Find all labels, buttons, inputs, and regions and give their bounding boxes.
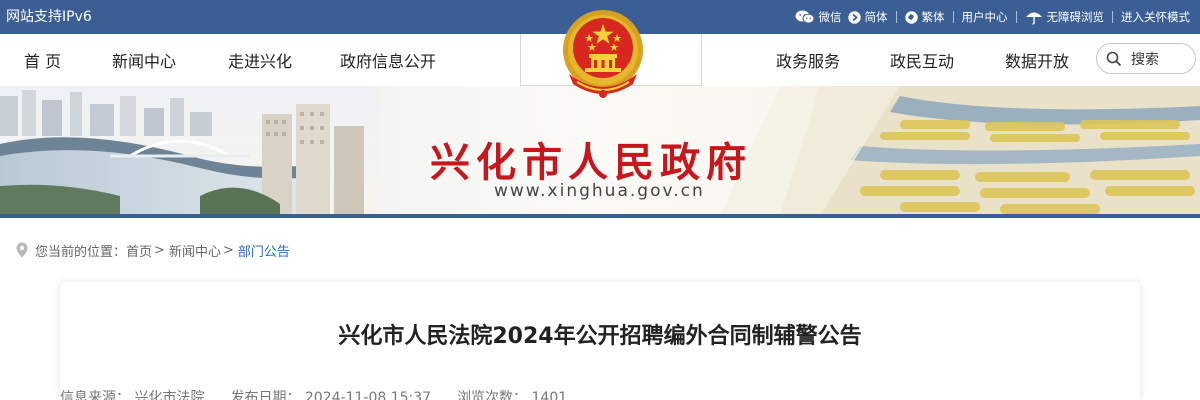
nav-item-gov-info[interactable]: 政府信息公开 [340,48,436,72]
arrow-circle-icon [847,10,861,24]
search-label: 搜索 [1131,51,1159,68]
ipv6-notice: 网站支持IPv6 [6,9,92,25]
breadcrumb-home[interactable]: 首页 [126,241,152,260]
national-emblem-icon [563,10,643,98]
accessibility-link[interactable]: 无障碍浏览 [1025,9,1105,25]
nav-item-open-data[interactable]: 数据开放 [1005,48,1069,72]
globe-icon [904,10,918,24]
nav-item-gov-services[interactable]: 政务服务 [776,48,840,72]
wechat-icon [795,10,814,24]
article-views: 浏览次数： 1401 [457,390,568,400]
nav-item-news[interactable]: 新闻中心 [112,48,176,72]
divider [952,11,954,23]
nav-item-home[interactable]: 首 页 [24,48,61,72]
accessibility-label: 无障碍浏览 [1046,10,1105,24]
search-icon [1106,51,1122,66]
article-date: 发布日期： 2024-11-08 15:37 [230,390,432,400]
site-title: 兴化市人民政府 [430,139,752,186]
divider [895,11,897,23]
nav-item-about-xinghua[interactable]: 走进兴化 [228,48,292,72]
article-card: 兴化市人民法院2024年公开招聘编外合同制辅警公告 信息来源： 兴化市法院 发布… [60,282,1140,400]
breadcrumb-separator: > [154,242,165,258]
article-title: 兴化市人民法院2024年公开招聘编外合同制辅警公告 [338,324,862,349]
divider [1112,11,1113,23]
simplified-label: 简体 [864,10,888,24]
breadcrumb-news[interactable]: 新闻中心 [169,241,221,260]
breadcrumb-prefix: 您当前的位置： [35,244,127,260]
banner-divider [0,214,1200,218]
wechat-link[interactable]: 微信 [795,9,842,25]
top-links: 微信 简体 繁体 用户中心 无障碍浏览 进入关怀模式 [795,9,1190,25]
user-center-link[interactable]: 用户中心 [962,9,1008,25]
umbrella-icon [1025,12,1042,25]
simplified-link[interactable]: 简体 [847,9,888,25]
article-meta: 信息来源： 兴化市法院 发布日期： 2024-11-08 15:37 浏览次数：… [60,387,593,400]
article-source: 信息来源： 兴化市法院 [60,390,205,400]
nav-item-interaction[interactable]: 政民互动 [890,48,954,72]
breadcrumb: 您当前的位置： 首页 > 新闻中心 > 部门公告 [16,240,290,260]
user-center-label: 用户中心 [961,10,1008,24]
breadcrumb-separator: > [222,242,234,258]
site-url: www.xinghua.gov.cn [494,181,705,201]
care-mode-label: 进入关怀模式 [1121,10,1190,24]
traditional-label: 繁体 [921,10,945,24]
location-pin-icon [16,242,28,258]
breadcrumb-current[interactable]: 部门公告 [238,241,290,260]
care-mode-link[interactable]: 进入关怀模式 [1121,9,1190,25]
divider [1015,11,1017,23]
traditional-link[interactable]: 繁体 [904,9,945,25]
wechat-label: 微信 [818,10,842,24]
search-button[interactable]: 搜索 [1096,43,1196,74]
